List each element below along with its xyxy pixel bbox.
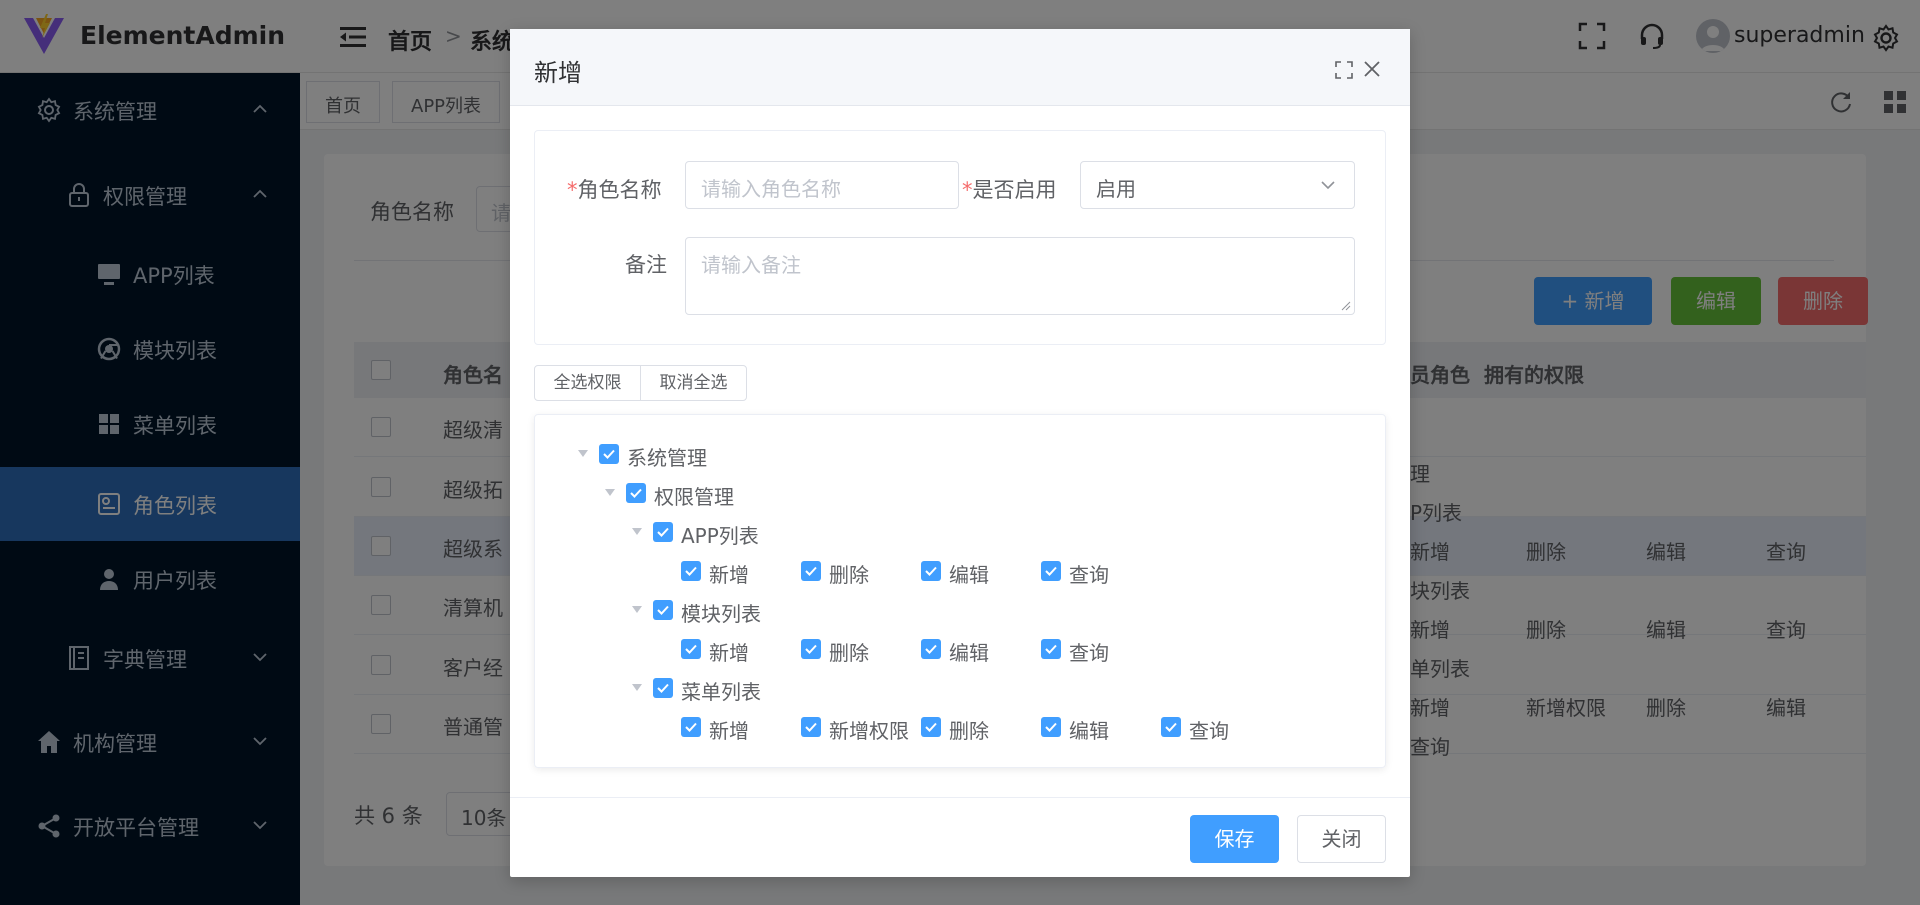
checkbox-checked-icon[interactable] bbox=[681, 639, 701, 659]
permission-tree: 系统管理 权限管理 APP列表 新增 删除 编辑 查询 模块列表 新增 删除 编辑 查询 菜单列表 新增新… bbox=[534, 414, 1386, 768]
expand-caret-icon[interactable] bbox=[577, 449, 589, 459]
deselect-all-button[interactable]: 取消全选 bbox=[640, 365, 747, 401]
tree-node-label: 编辑 bbox=[1069, 719, 1109, 743]
checkbox-checked-icon[interactable] bbox=[1041, 639, 1061, 659]
checkbox-checked-icon[interactable] bbox=[681, 717, 701, 737]
close-button[interactable]: 关闭 bbox=[1297, 815, 1386, 863]
expand-caret-icon[interactable] bbox=[604, 488, 616, 498]
tree-node-label: 查询 bbox=[1189, 719, 1229, 743]
tree-node-label: 新增权限 bbox=[829, 719, 909, 743]
checkbox-checked-icon[interactable] bbox=[653, 522, 673, 542]
tree-node-label: 系统管理 bbox=[627, 446, 707, 470]
tree-node-label: 新增 bbox=[709, 641, 749, 665]
checkbox-checked-icon[interactable] bbox=[626, 483, 646, 503]
expand-caret-icon[interactable] bbox=[631, 605, 643, 615]
tree-node-label: 查询 bbox=[1069, 641, 1109, 665]
remark-label: 备注 bbox=[625, 253, 667, 277]
tree-node-label: 新增 bbox=[709, 719, 749, 743]
chevron-down-icon bbox=[1321, 181, 1335, 190]
select-all-permissions-button[interactable]: 全选权限 bbox=[534, 365, 641, 401]
checkbox-checked-icon[interactable] bbox=[801, 717, 821, 737]
expand-caret-icon[interactable] bbox=[631, 527, 643, 537]
tree-node-label: 删除 bbox=[829, 563, 869, 587]
checkbox-checked-icon[interactable] bbox=[921, 561, 941, 581]
checkbox-checked-icon[interactable] bbox=[599, 444, 619, 464]
role-name-label: *角色名称 bbox=[567, 178, 662, 202]
tree-node-label: 编辑 bbox=[949, 563, 989, 587]
checkbox-checked-icon[interactable] bbox=[1041, 717, 1061, 737]
add-role-dialog: 新增 *角色名称 请输入角色名称 *是否启用 启用 备注 请输入备注 全选权限 … bbox=[510, 29, 1410, 877]
dialog-footer-divider bbox=[510, 797, 1410, 798]
tree-node-label: 权限管理 bbox=[654, 485, 734, 509]
dialog-title: 新增 bbox=[534, 59, 582, 87]
checkbox-checked-icon[interactable] bbox=[653, 678, 673, 698]
enabled-label: *是否启用 bbox=[962, 178, 1057, 202]
checkbox-checked-icon[interactable] bbox=[1161, 717, 1181, 737]
tree-node-label: 新增 bbox=[709, 563, 749, 587]
role-name-input[interactable]: 请输入角色名称 bbox=[685, 161, 959, 209]
role-form: *角色名称 请输入角色名称 *是否启用 启用 备注 请输入备注 bbox=[534, 130, 1386, 345]
checkbox-checked-icon[interactable] bbox=[921, 639, 941, 659]
enabled-select-value: 启用 bbox=[1096, 177, 1136, 201]
tree-node-label: 删除 bbox=[829, 641, 869, 665]
expand-caret-icon[interactable] bbox=[631, 683, 643, 693]
remark-textarea[interactable]: 请输入备注 bbox=[685, 237, 1355, 315]
checkbox-checked-icon[interactable] bbox=[921, 717, 941, 737]
tree-node-label: 编辑 bbox=[949, 641, 989, 665]
role-name-placeholder: 请输入角色名称 bbox=[701, 177, 841, 201]
remark-placeholder: 请输入备注 bbox=[701, 253, 801, 277]
tree-node-label: 菜单列表 bbox=[681, 680, 761, 704]
resize-handle-icon[interactable] bbox=[1341, 301, 1351, 311]
enabled-select[interactable]: 启用 bbox=[1080, 161, 1355, 209]
close-icon[interactable] bbox=[1362, 59, 1382, 79]
tree-node-label: 模块列表 bbox=[681, 602, 761, 626]
dialog-header: 新增 bbox=[510, 29, 1410, 106]
checkbox-checked-icon[interactable] bbox=[653, 600, 673, 620]
checkbox-checked-icon[interactable] bbox=[801, 639, 821, 659]
tree-node-label: 删除 bbox=[949, 719, 989, 743]
checkbox-checked-icon[interactable] bbox=[1041, 561, 1061, 581]
tree-node-label: APP列表 bbox=[681, 524, 759, 548]
maximize-icon[interactable] bbox=[1334, 60, 1354, 80]
tree-node-label: 查询 bbox=[1069, 563, 1109, 587]
save-button[interactable]: 保存 bbox=[1190, 815, 1279, 863]
checkbox-checked-icon[interactable] bbox=[681, 561, 701, 581]
checkbox-checked-icon[interactable] bbox=[801, 561, 821, 581]
